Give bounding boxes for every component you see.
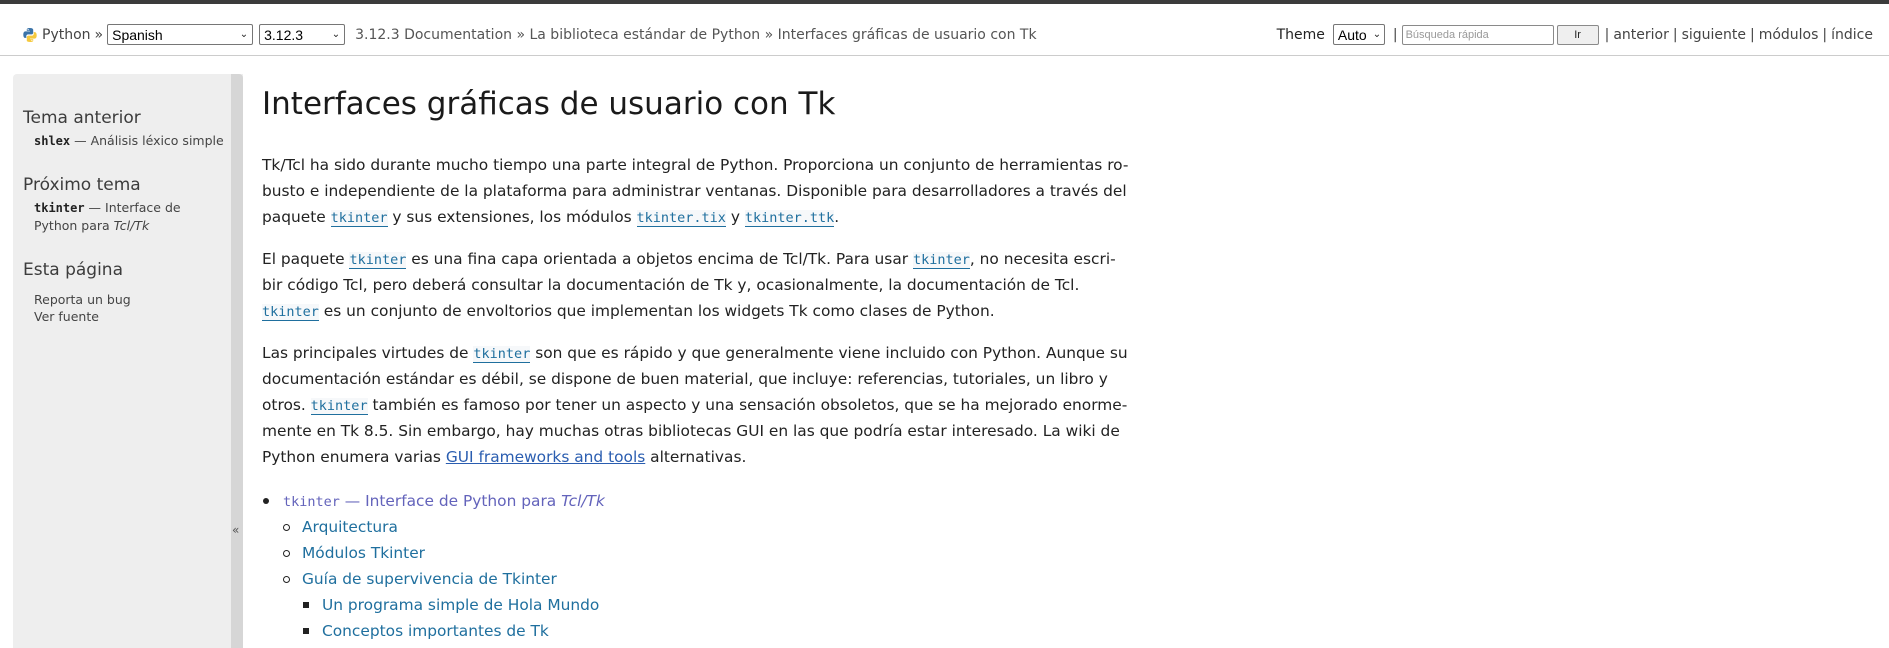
chevron-down-icon: ⌄ [331,29,341,40]
text-line: Python enumera varias GUI frameworks and… [262,444,1062,470]
pipe-separator: | [1822,26,1828,43]
tkinter-layer-paragraph: El paquete tkinter es una fina capa orie… [262,246,1116,324]
sidebar-next-heading: Próximo tema [23,175,141,195]
pipe-separator: | [1604,26,1610,43]
toc-arquitectura-link[interactable]: Arquitectura [302,514,398,540]
theme-label: Theme [1276,26,1325,43]
related-nav-bar: Python » Spanish ⌄ 3.12.3 ⌄ 3.12.3 Docum… [0,4,1889,56]
text-span: son que es rápido y que generalmente vie… [530,344,1128,362]
text-span: . [834,208,840,226]
chevron-down-icon: ⌄ [1372,29,1382,40]
text-line: Las principales virtudes de tkinter son … [262,340,1128,366]
tkinter-link[interactable]: tkinter [330,210,388,227]
breadcrumb-trail[interactable]: 3.12.3 Documentation » La biblioteca est… [355,27,1036,43]
tkinter-tix-link[interactable]: tkinter.tix [636,210,726,227]
text-span: El paquete [262,250,350,268]
sidebar-next-text-a: — Interface de [84,200,181,215]
text-span: Las principales virtudes de [262,344,474,362]
virtues-paragraph: Las principales virtudes de tkinter son … [262,340,1128,470]
tkinter-ttk-link[interactable]: tkinter.ttk [744,210,835,227]
text-span: también es famoso por tener un aspecto y… [367,396,1128,414]
language-select-value: Spanish [112,26,163,43]
version-select-value: 3.12.3 [264,26,304,43]
breadcrumb-separator: » [94,26,104,43]
text-span: paquete [262,208,331,226]
toc-guia-link[interactable]: Guía de supervivencia de Tkinter [302,566,557,592]
intro-paragraph: Tk/Tcl ha sido durante mucho tiempo una … [262,152,1129,230]
sidebar-prev-text: — Análisis léxico simple [70,133,224,148]
toc-main-italic: Tcl/Tk [561,492,605,510]
pipe-separator: | [1749,26,1755,43]
tkinter-link[interactable]: tkinter [912,252,970,269]
sidebar-prev-code: shlex [34,134,71,148]
pipe-separator: | [1672,26,1678,43]
sidebar-page-heading: Esta página [23,260,123,280]
text-line: busto e independiente de la plataforma p… [262,182,1127,200]
collapse-icon: « [232,523,240,537]
list-bullet [263,498,269,504]
python-logo-icon [23,27,37,42]
text-span: otros. [262,396,311,414]
modules-link[interactable]: módulos [1759,27,1819,43]
python-home-link[interactable]: Python [42,27,91,43]
text-line: documentación estándar es débil, se disp… [262,370,1108,388]
sidebar-next-topic-link[interactable]: tkinter — Interface de Python para Tcl/T… [34,199,229,234]
tkinter-link[interactable]: tkinter [262,304,319,321]
text-line: Tk/Tcl ha sido durante mucho tiempo una … [262,156,1129,174]
search-input[interactable]: Búsqueda rápida [1401,24,1554,45]
text-span: es una fina capa orientada a objetos enc… [406,250,913,268]
tkinter-link[interactable]: tkinter [349,252,407,269]
chevron-down-icon: ⌄ [239,29,249,40]
prev-link[interactable]: anterior [1613,27,1669,43]
toc-modulos-link[interactable]: Módulos Tkinter [302,540,425,566]
index-link[interactable]: índice [1831,27,1873,43]
text-span: Python enumera varias [262,448,446,466]
list-bullet [283,550,290,557]
text-span: alternativas. [645,448,747,466]
list-bullet [303,602,309,608]
text-span: y [725,208,745,226]
sidebar: Tema anterior shlex — Análisis léxico si… [13,74,243,648]
report-bug-link[interactable]: Reporta un bug [34,291,229,308]
text-line: El paquete tkinter es una fina capa orie… [262,246,1116,272]
sidebar-prev-heading: Tema anterior [23,108,141,128]
toc-conceptos-link[interactable]: Conceptos importantes de Tk [322,618,549,644]
theme-select[interactable]: Auto ⌄ [1332,24,1385,45]
toc-main-text: — Interface de Python para [339,492,562,510]
search-go-button[interactable]: Ir [1556,24,1599,45]
toc-hola-mundo-link[interactable]: Un programa simple de Hola Mundo [322,592,599,618]
sidebar-next-text-c: Tcl/Tk [113,218,150,233]
pipe-separator: | [1392,26,1398,43]
sidebar-prev-topic-link[interactable]: shlex — Análisis léxico simple [34,132,229,150]
language-select[interactable]: Spanish ⌄ [107,24,254,45]
sidebar-collapse-bar[interactable]: « [231,74,243,648]
text-line: tkinter es un conjunto de envoltorios qu… [262,298,1062,324]
text-line: bir código Tcl, pero deberá consultar la… [262,276,1080,294]
text-span: , no necesita escri- [969,250,1116,268]
text-line: mente en Tk 8.5. Sin embargo, hay muchas… [262,422,1120,440]
theme-select-value: Auto [1337,26,1367,43]
view-source-link[interactable]: Ver fuente [34,308,229,325]
text-span: y sus extensiones, los módulos [387,208,637,226]
text-line: otros. tkinter también es famoso por ten… [262,392,1127,418]
page-title: Interfaces gráficas de usuario con Tk [262,86,836,122]
list-bullet [283,524,290,531]
version-select[interactable]: 3.12.3 ⌄ [259,24,346,45]
gui-frameworks-link[interactable]: GUI frameworks and tools [446,448,645,466]
text-span: es un conjunto de envoltorios que implem… [318,302,995,320]
search-placeholder: Búsqueda rápida [1405,28,1489,41]
next-link[interactable]: siguiente [1682,27,1746,43]
toc-tkinter-link[interactable]: tkinter — Interface de Python para Tcl/T… [283,488,605,515]
tkinter-link[interactable]: tkinter [473,346,531,363]
top-right-controls: Theme Auto ⌄ | Búsqueda rápida Ir | ante… [1277,24,1873,45]
sidebar-next-code: tkinter [34,201,85,215]
text-line: paquete tkinter y sus extensiones, los m… [262,204,1062,230]
breadcrumb: Python » Spanish ⌄ 3.12.3 ⌄ 3.12.3 Docum… [22,24,1037,45]
toc-main-code: tkinter [283,494,340,510]
sidebar-next-text-b: Python para [34,218,114,233]
tkinter-link[interactable]: tkinter [310,398,368,415]
list-bullet [283,576,290,583]
list-bullet [303,628,309,634]
